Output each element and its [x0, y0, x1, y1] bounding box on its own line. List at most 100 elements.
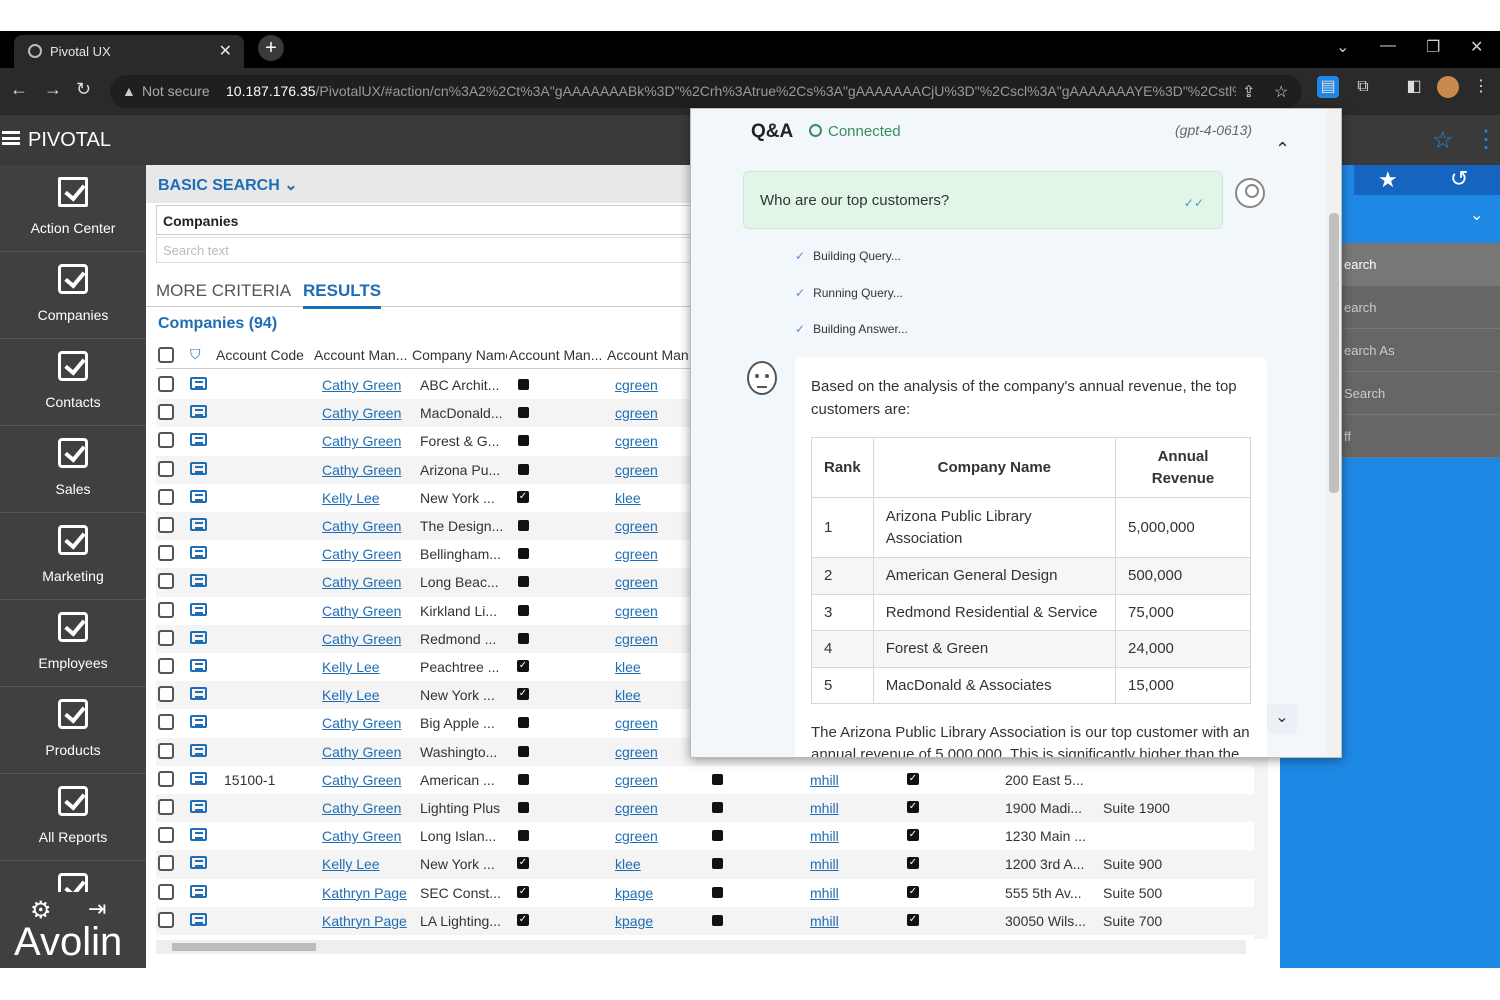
row-checkbox[interactable]: [158, 742, 174, 759]
account-manager-link[interactable]: Kelly Lee: [322, 687, 412, 703]
row-checkbox[interactable]: [158, 573, 174, 590]
record-icon[interactable]: [190, 856, 207, 870]
record-icon[interactable]: [190, 800, 207, 813]
right-panel-item[interactable]: earch: [1342, 286, 1500, 329]
owner-link[interactable]: mhill: [810, 856, 870, 872]
record-icon[interactable]: [190, 377, 207, 390]
row-checkbox[interactable]: [158, 545, 174, 562]
column-header[interactable]: Account Man...: [509, 347, 604, 363]
table-row[interactable]: Cathy Green Lighting Plus cgreen mhill ✓ 1900…: [156, 794, 1256, 823]
owner-link[interactable]: mhill: [810, 772, 870, 788]
record-icon[interactable]: [190, 659, 207, 672]
table-row[interactable]: Kathryn Page SEC Const... ✓ kpage mhill ✓ 555 …: [156, 879, 1256, 907]
profile-avatar[interactable]: [1437, 76, 1459, 98]
account-manager-link[interactable]: Kelly Lee: [322, 490, 412, 506]
select-all-checkbox[interactable]: [158, 347, 174, 363]
login-link[interactable]: kpage: [615, 913, 675, 929]
row-checkbox[interactable]: [158, 460, 174, 477]
column-header[interactable]: Account Man...: [314, 347, 409, 363]
sidebar-item-contacts[interactable]: Contacts: [0, 339, 146, 426]
reload-icon[interactable]: ↻: [76, 79, 91, 100]
row-checkbox[interactable]: [158, 658, 174, 674]
sidebar-item-companies[interactable]: Companies: [0, 252, 146, 339]
row-checkbox[interactable]: [158, 770, 174, 787]
login-link[interactable]: cgreen: [615, 574, 675, 590]
browser-menu-icon[interactable]: ⋮: [1470, 76, 1492, 98]
account-manager-link[interactable]: Cathy Green: [322, 377, 412, 393]
row-checkbox[interactable]: [158, 799, 174, 815]
account-manager-link[interactable]: Kelly Lee: [322, 856, 412, 872]
record-icon[interactable]: [190, 461, 207, 475]
filter-icon[interactable]: ⛉: [190, 346, 201, 363]
restore-icon[interactable]: ❐: [1426, 37, 1440, 57]
account-manager-link[interactable]: Cathy Green: [322, 828, 412, 844]
account-manager-link[interactable]: Cathy Green: [322, 800, 412, 816]
record-icon[interactable]: [190, 884, 207, 898]
app-menu-icon[interactable]: ⋮: [1474, 125, 1498, 154]
login-link[interactable]: klee: [615, 687, 675, 703]
row-checkbox[interactable]: [158, 517, 174, 533]
bookmark-star-icon[interactable]: ☆: [1274, 82, 1288, 102]
row-checkbox[interactable]: [158, 432, 174, 449]
tab-more-criteria[interactable]: MORE CRITERIA: [156, 281, 291, 301]
account-manager-link[interactable]: Cathy Green: [322, 433, 412, 449]
chevron-down-icon[interactable]: ⌄: [1470, 205, 1483, 225]
account-manager-link[interactable]: Cathy Green: [322, 715, 412, 731]
account-manager-link[interactable]: Cathy Green: [322, 631, 412, 647]
back-icon[interactable]: ←: [10, 79, 28, 100]
record-icon[interactable]: [190, 433, 207, 447]
favorite-star-icon[interactable]: ☆: [1432, 126, 1454, 155]
record-icon[interactable]: [190, 828, 207, 842]
login-link[interactable]: cgreen: [615, 715, 675, 731]
row-checkbox[interactable]: [158, 855, 174, 872]
owner-link[interactable]: mhill: [810, 913, 870, 929]
row-checkbox[interactable]: [158, 911, 174, 928]
login-link[interactable]: cgreen: [615, 546, 675, 562]
forward-icon[interactable]: →: [44, 79, 62, 100]
sidebar-item-action-center[interactable]: Action Center: [0, 165, 146, 252]
record-icon[interactable]: [190, 546, 207, 560]
account-manager-link[interactable]: Cathy Green: [322, 462, 412, 478]
row-checkbox[interactable]: [158, 404, 174, 421]
record-icon[interactable]: [190, 489, 207, 503]
qa-scrollbar[interactable]: [1327, 109, 1341, 757]
login-link[interactable]: cgreen: [615, 462, 675, 478]
browser-tab[interactable]: Pivotal UX ✕: [14, 35, 244, 68]
record-icon[interactable]: [190, 405, 207, 419]
sidebar-item-all-reports[interactable]: All Reports: [0, 774, 146, 861]
scrollbar-thumb[interactable]: [172, 943, 316, 951]
account-manager-link[interactable]: Cathy Green: [322, 574, 412, 590]
login-link[interactable]: cgreen: [615, 772, 675, 788]
account-manager-link[interactable]: Cathy Green: [322, 405, 412, 421]
row-checkbox[interactable]: [158, 883, 174, 900]
login-link[interactable]: kpage: [615, 885, 675, 901]
history-icon[interactable]: ↺: [1450, 166, 1468, 192]
record-icon[interactable]: [190, 602, 207, 616]
tab-results[interactable]: RESULTS: [303, 281, 382, 309]
record-icon[interactable]: [190, 630, 207, 644]
scroll-down-icon[interactable]: ⌄: [1267, 704, 1297, 734]
close-window-icon[interactable]: ✕: [1470, 37, 1483, 57]
table-row[interactable]: 15100-1 Cathy Green American ... cgreen mhil…: [156, 766, 1256, 794]
table-row[interactable]: Kathryn Page LA Lighting... ✓ kpage mhill ✓ 30…: [156, 906, 1256, 935]
sidebar-item-products[interactable]: Products: [0, 687, 146, 774]
sidepanel-icon[interactable]: ◧: [1403, 76, 1425, 98]
sidebar-item-employees[interactable]: Employees: [0, 600, 146, 687]
owner-link[interactable]: mhill: [810, 800, 870, 816]
column-header[interactable]: Account Code: [216, 347, 311, 363]
scrollbar-thumb[interactable]: [1329, 213, 1339, 493]
login-link[interactable]: klee: [615, 490, 675, 506]
account-manager-link[interactable]: Cathy Green: [322, 772, 412, 788]
record-icon[interactable]: [190, 771, 207, 785]
new-tab-button[interactable]: +: [258, 35, 284, 61]
basic-search-toggle[interactable]: BASIC SEARCH ⌄: [158, 175, 298, 195]
minimize-icon[interactable]: —: [1380, 37, 1396, 55]
record-icon[interactable]: [190, 743, 207, 757]
login-link[interactable]: cgreen: [615, 433, 675, 449]
account-manager-link[interactable]: Cathy Green: [322, 603, 412, 619]
login-link[interactable]: cgreen: [615, 631, 675, 647]
column-header[interactable]: Account Man...: [607, 347, 702, 363]
right-panel-item[interactable]: ff: [1342, 415, 1500, 458]
logout-icon[interactable]: ⇥: [88, 896, 106, 922]
login-link[interactable]: klee: [615, 856, 675, 872]
